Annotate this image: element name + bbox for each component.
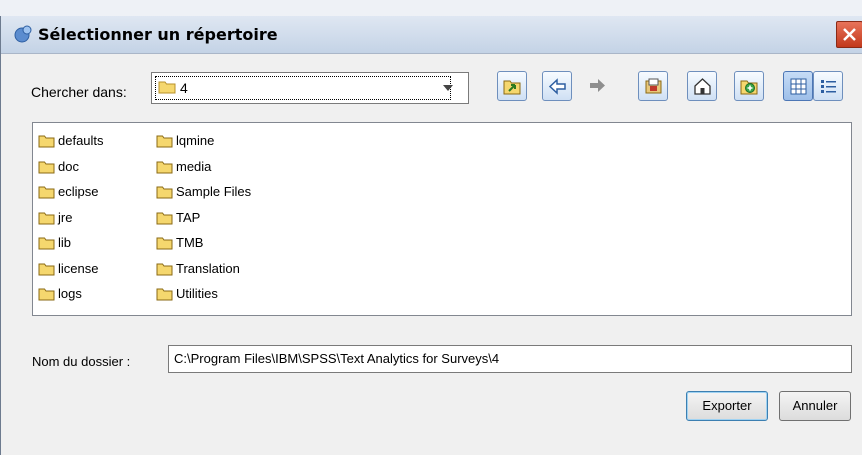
list-item[interactable]: Sample Files [156, 184, 251, 210]
list-item[interactable]: lib [38, 235, 104, 261]
folder-name: lqmine [176, 133, 215, 148]
app-icon [14, 25, 32, 43]
folder-icon [38, 288, 55, 301]
look-in-combobox[interactable]: 4 [151, 72, 469, 104]
dialog-title: Sélectionner un répertoire [38, 25, 278, 44]
close-button[interactable] [836, 21, 862, 48]
folder-name: media [176, 158, 212, 174]
list-item[interactable]: defaults [38, 133, 104, 159]
folder-name: logs [58, 286, 82, 301]
look-in-label: Chercher dans: [31, 84, 127, 100]
desktop-icon [645, 78, 662, 94]
folder-icon [156, 161, 173, 173]
folder-name: Utilities [176, 286, 218, 301]
folder-list[interactable]: defaults doc eclipse jre lib license log… [32, 122, 852, 316]
folder-name-field[interactable]: C:\Program Files\IBM\SPSS\Text Analytics… [168, 345, 852, 373]
list-item[interactable]: jre [38, 210, 104, 236]
new-folder-button[interactable] [734, 71, 764, 101]
home-button[interactable] [687, 71, 717, 101]
folder-icon [38, 237, 55, 250]
folder-icon [156, 212, 173, 224]
list-item[interactable]: logs [38, 286, 104, 312]
folder-name: Translation [176, 260, 240, 276]
folder-icon [156, 237, 173, 250]
folder-name: jre [58, 209, 73, 225]
home-icon [694, 78, 711, 95]
folder-name: TMB [176, 235, 204, 250]
folder-icon [38, 135, 55, 148]
back-button[interactable] [542, 71, 572, 101]
folder-icon [156, 186, 173, 199]
forward-button[interactable] [583, 71, 613, 101]
folder-icon [38, 186, 55, 199]
dialog-window: Sélectionner un répertoire Chercher dans… [0, 16, 862, 455]
folder-icon [156, 263, 173, 275]
list-item[interactable]: TAP [156, 210, 251, 236]
folder-column-1: defaults doc eclipse jre lib license log… [38, 133, 104, 312]
folder-icon [38, 263, 55, 275]
list-item[interactable]: doc [38, 159, 104, 185]
folder-icon [156, 288, 173, 301]
look-in-value: 4 [180, 80, 188, 96]
folder-icon [38, 161, 55, 173]
title-bar: Sélectionner un répertoire [1, 16, 862, 54]
export-button[interactable]: Exporter [686, 391, 768, 421]
folder-name: Sample Files [176, 184, 252, 199]
list-item[interactable]: license [38, 261, 104, 287]
list-item[interactable]: media [156, 159, 251, 185]
list-item[interactable]: eclipse [38, 184, 104, 210]
folder-name: lib [58, 235, 72, 250]
folder-icon [156, 135, 173, 148]
folder-name: doc [58, 158, 79, 174]
list-item[interactable]: Translation [156, 261, 251, 287]
list-item[interactable]: TMB [156, 235, 251, 261]
folder-name-label: Nom du dossier : [32, 354, 131, 369]
list-item[interactable]: Utilities [156, 286, 251, 312]
details-view-icon [821, 80, 836, 93]
folder-name: defaults [58, 133, 104, 148]
close-icon [843, 28, 856, 41]
list-view-icon [790, 78, 807, 95]
folder-icon [158, 81, 176, 94]
up-folder-button[interactable] [497, 71, 527, 101]
new-folder-icon [740, 80, 758, 95]
forward-arrow-icon [590, 79, 605, 92]
folder-icon [38, 212, 55, 224]
screen-top-strip [0, 0, 862, 16]
combo-focus-rect [155, 76, 451, 100]
cancel-button[interactable]: Annuler [779, 391, 851, 421]
list-view-button[interactable] [783, 71, 813, 101]
folder-column-2: lqmine media Sample Files TAP TMB Transl… [156, 133, 251, 312]
folder-name: license [58, 260, 99, 276]
details-view-button[interactable] [813, 71, 843, 101]
chevron-down-icon[interactable] [443, 85, 453, 91]
back-arrow-icon [548, 78, 566, 95]
desktop-button[interactable] [638, 71, 668, 101]
folder-name: TAP [176, 209, 201, 225]
folder-up-icon [503, 80, 521, 95]
folder-name: eclipse [58, 184, 99, 199]
list-item[interactable]: lqmine [156, 133, 251, 159]
